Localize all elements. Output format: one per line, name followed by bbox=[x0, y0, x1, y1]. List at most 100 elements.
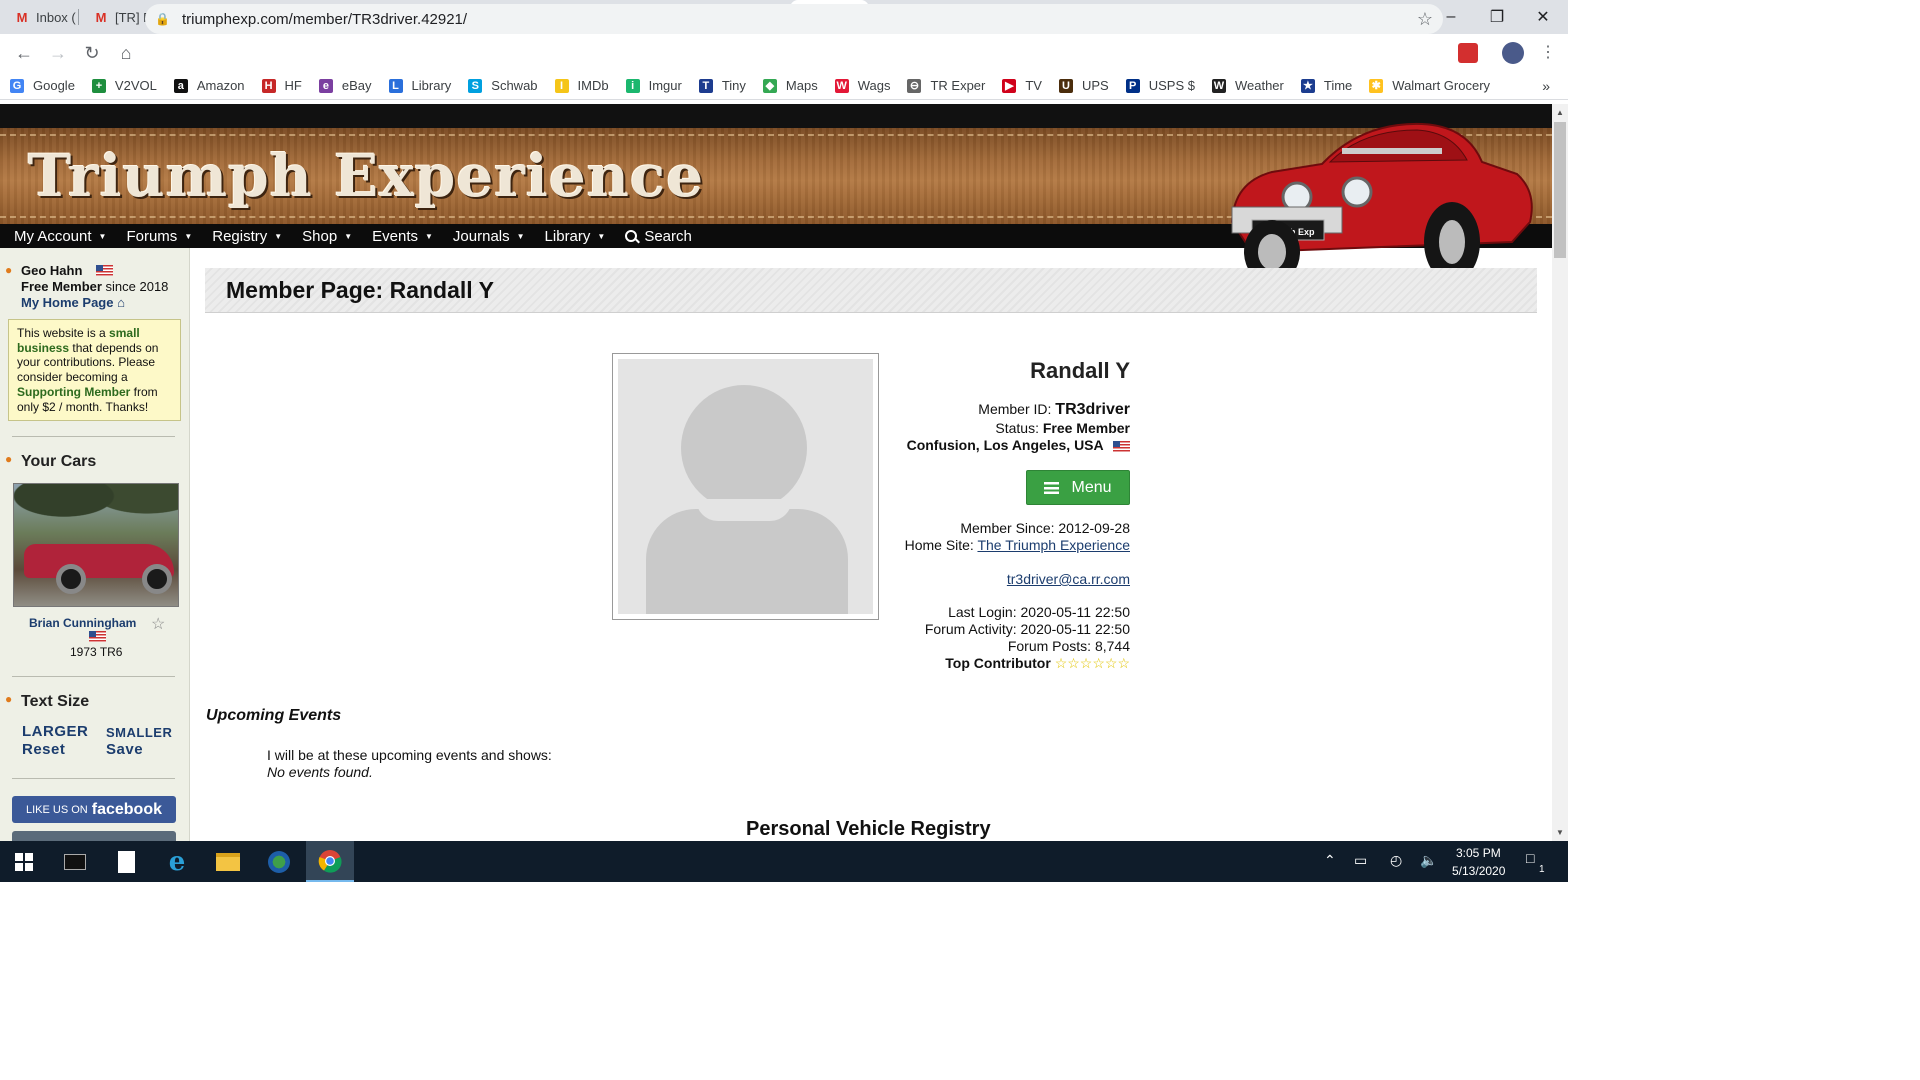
walgreens-icon: W bbox=[834, 78, 849, 93]
page-scrollbar[interactable]: ▲ ▼ bbox=[1552, 104, 1568, 841]
nav-shop[interactable]: Shop ▼ bbox=[302, 228, 352, 245]
nav-forums[interactable]: Forums ▼ bbox=[126, 228, 192, 245]
avatar bbox=[612, 353, 879, 620]
bookmark-item[interactable]: U UPS bbox=[1058, 78, 1109, 93]
scroll-down-icon[interactable]: ▼ bbox=[1556, 828, 1564, 837]
maps-icon: ◆ bbox=[762, 78, 777, 93]
bookmark-item[interactable]: ★ Time bbox=[1300, 78, 1352, 93]
reload-icon[interactable]: ↻ bbox=[76, 37, 108, 69]
bookmark-item[interactable]: W Weather bbox=[1211, 78, 1284, 93]
star-icon[interactable]: ☆ bbox=[151, 614, 165, 634]
bookmark-label: Wags bbox=[857, 78, 891, 93]
terminal-icon[interactable] bbox=[51, 841, 99, 882]
site-title[interactable]: Triumph Experience bbox=[28, 142, 704, 210]
my-home-page-link[interactable]: My Home Page ⌂ bbox=[21, 295, 125, 310]
wifi-icon[interactable]: ◴ bbox=[1390, 852, 1402, 869]
text-size-heading: Text Size bbox=[21, 693, 90, 710]
browser-menu-icon[interactable]: ⋮ bbox=[1540, 42, 1556, 62]
text-larger-link[interactable]: LARGER bbox=[22, 723, 88, 740]
home-link-label[interactable]: My Home Page bbox=[21, 295, 113, 310]
bookmark-label: UPS bbox=[1081, 78, 1109, 93]
file-explorer-icon[interactable] bbox=[204, 841, 252, 882]
battery-icon[interactable]: ▭ bbox=[1354, 852, 1367, 869]
nav-library[interactable]: Library ▼ bbox=[545, 228, 606, 245]
facebook-like-button[interactable]: LIKE US ON facebook bbox=[12, 796, 176, 823]
nav-my-account[interactable]: My Account ▼ bbox=[14, 228, 106, 245]
bookmark-item[interactable]: G Google bbox=[10, 78, 75, 93]
network-app-icon[interactable] bbox=[255, 841, 303, 882]
bookmark-item[interactable]: H HF bbox=[261, 78, 302, 93]
notifications-icon[interactable]: □ bbox=[1526, 850, 1534, 866]
text-save-link[interactable]: Save bbox=[106, 741, 143, 758]
text-reset-link[interactable]: Reset bbox=[22, 741, 65, 758]
bookmark-item[interactable]: ⊖ TR Exper bbox=[907, 78, 985, 93]
home-icon[interactable]: ⌂ bbox=[110, 37, 142, 69]
start-button[interactable] bbox=[0, 841, 48, 882]
volume-icon[interactable]: 🔈 bbox=[1420, 852, 1437, 869]
chrome-taskbar-icon[interactable] bbox=[306, 841, 354, 882]
home-site-link[interactable]: The Triumph Experience bbox=[977, 537, 1130, 553]
bookmark-item[interactable]: a Amazon bbox=[173, 78, 245, 93]
bookmark-star-icon[interactable]: ☆ bbox=[1417, 9, 1433, 30]
member-menu-button[interactable]: Menu bbox=[1026, 470, 1130, 505]
car-model: 1973 TR6 bbox=[70, 645, 123, 659]
bookmark-item[interactable]: L Library bbox=[388, 78, 451, 93]
time-icon: ★ bbox=[1300, 78, 1315, 93]
nav-search[interactable]: Search bbox=[625, 228, 692, 245]
document-icon[interactable] bbox=[102, 841, 150, 882]
bookmark-label: Google bbox=[33, 78, 75, 93]
close-window-button[interactable]: ✕ bbox=[1520, 0, 1566, 34]
url-text[interactable]: triumphexp.com/member/TR3driver.42921/ bbox=[182, 11, 467, 28]
sidebar: ● Geo Hahn Free Member since 2018 My Hom… bbox=[0, 248, 190, 841]
clock-date[interactable]: 5/13/2020 bbox=[1452, 864, 1505, 878]
extension-icon[interactable] bbox=[1458, 43, 1478, 63]
second-social-button[interactable] bbox=[12, 831, 176, 841]
bookmark-item[interactable]: P USPS $ bbox=[1125, 78, 1195, 93]
bookmark-label: Walmart Grocery bbox=[1392, 78, 1491, 93]
profile-avatar[interactable] bbox=[1502, 42, 1524, 64]
more-bookmarks-icon[interactable]: » bbox=[1542, 78, 1550, 94]
amazon-icon: a bbox=[173, 78, 188, 93]
bookmark-item[interactable]: ◆ Maps bbox=[762, 78, 818, 93]
bookmark-item[interactable]: ✱ Walmart Grocery bbox=[1369, 78, 1490, 93]
bookmark-label: Maps bbox=[785, 78, 818, 93]
back-icon[interactable]: ← bbox=[8, 37, 40, 69]
nav-journals[interactable]: Journals ▼ bbox=[453, 228, 525, 245]
maximize-button[interactable]: ❐ bbox=[1474, 0, 1520, 34]
scroll-up-icon[interactable]: ▲ bbox=[1556, 108, 1564, 117]
bookmark-item[interactable]: S Schwab bbox=[468, 78, 538, 93]
membership-type: Free Member bbox=[21, 279, 102, 294]
nav-registry[interactable]: Registry ▼ bbox=[212, 228, 282, 245]
promo-text-1: This website is a bbox=[17, 326, 110, 340]
bookmark-item[interactable]: e eBay bbox=[318, 78, 372, 93]
text-smaller-link[interactable]: SMALLER bbox=[106, 725, 172, 740]
internet-explorer-icon[interactable]: e bbox=[153, 841, 201, 882]
bookmark-item[interactable]: i Imgur bbox=[625, 78, 682, 93]
member-id: TR3driver bbox=[1055, 401, 1130, 418]
home-site-row: Home Site: The Triumph Experience bbox=[905, 537, 1130, 553]
browser-tab[interactable]: M Inbox ( bbox=[0, 0, 79, 34]
address-bar[interactable]: 🔒 triumphexp.com/member/TR3driver.42921/… bbox=[145, 4, 1443, 34]
user-name[interactable]: Geo Hahn bbox=[21, 263, 82, 278]
google-icon: G bbox=[10, 78, 24, 93]
bookmark-item[interactable]: I IMDb bbox=[554, 78, 609, 93]
forward-icon[interactable]: → bbox=[42, 37, 74, 69]
contributor-stars-icon: ☆☆☆☆☆☆ bbox=[1054, 655, 1130, 671]
show-hidden-icons-icon[interactable]: ⌃ bbox=[1324, 852, 1336, 869]
caret-down-icon: ▼ bbox=[597, 231, 606, 241]
support-promo: This website is a small business that de… bbox=[8, 319, 181, 421]
nav-events[interactable]: Events ▼ bbox=[372, 228, 433, 245]
clock-time[interactable]: 3:05 PM bbox=[1456, 846, 1501, 860]
supporting-member-link[interactable]: Supporting Member bbox=[17, 385, 130, 399]
tab-title: Inbox ( bbox=[36, 9, 76, 25]
bookmark-item[interactable]: W Wags bbox=[834, 78, 891, 93]
bookmark-item[interactable]: T Tiny bbox=[698, 78, 746, 93]
scroll-thumb[interactable] bbox=[1554, 122, 1566, 258]
email-link[interactable]: tr3driver@ca.rr.com bbox=[1007, 571, 1130, 587]
bookmark-item[interactable]: + V2VOL bbox=[91, 78, 157, 93]
bookmark-item[interactable]: ▶ TV bbox=[1002, 78, 1042, 93]
nav-label: Shop bbox=[302, 227, 338, 245]
car-photo[interactable] bbox=[13, 483, 179, 607]
membership-since: since 2018 bbox=[101, 279, 169, 294]
car-owner-link[interactable]: Brian Cunningham bbox=[29, 616, 136, 630]
